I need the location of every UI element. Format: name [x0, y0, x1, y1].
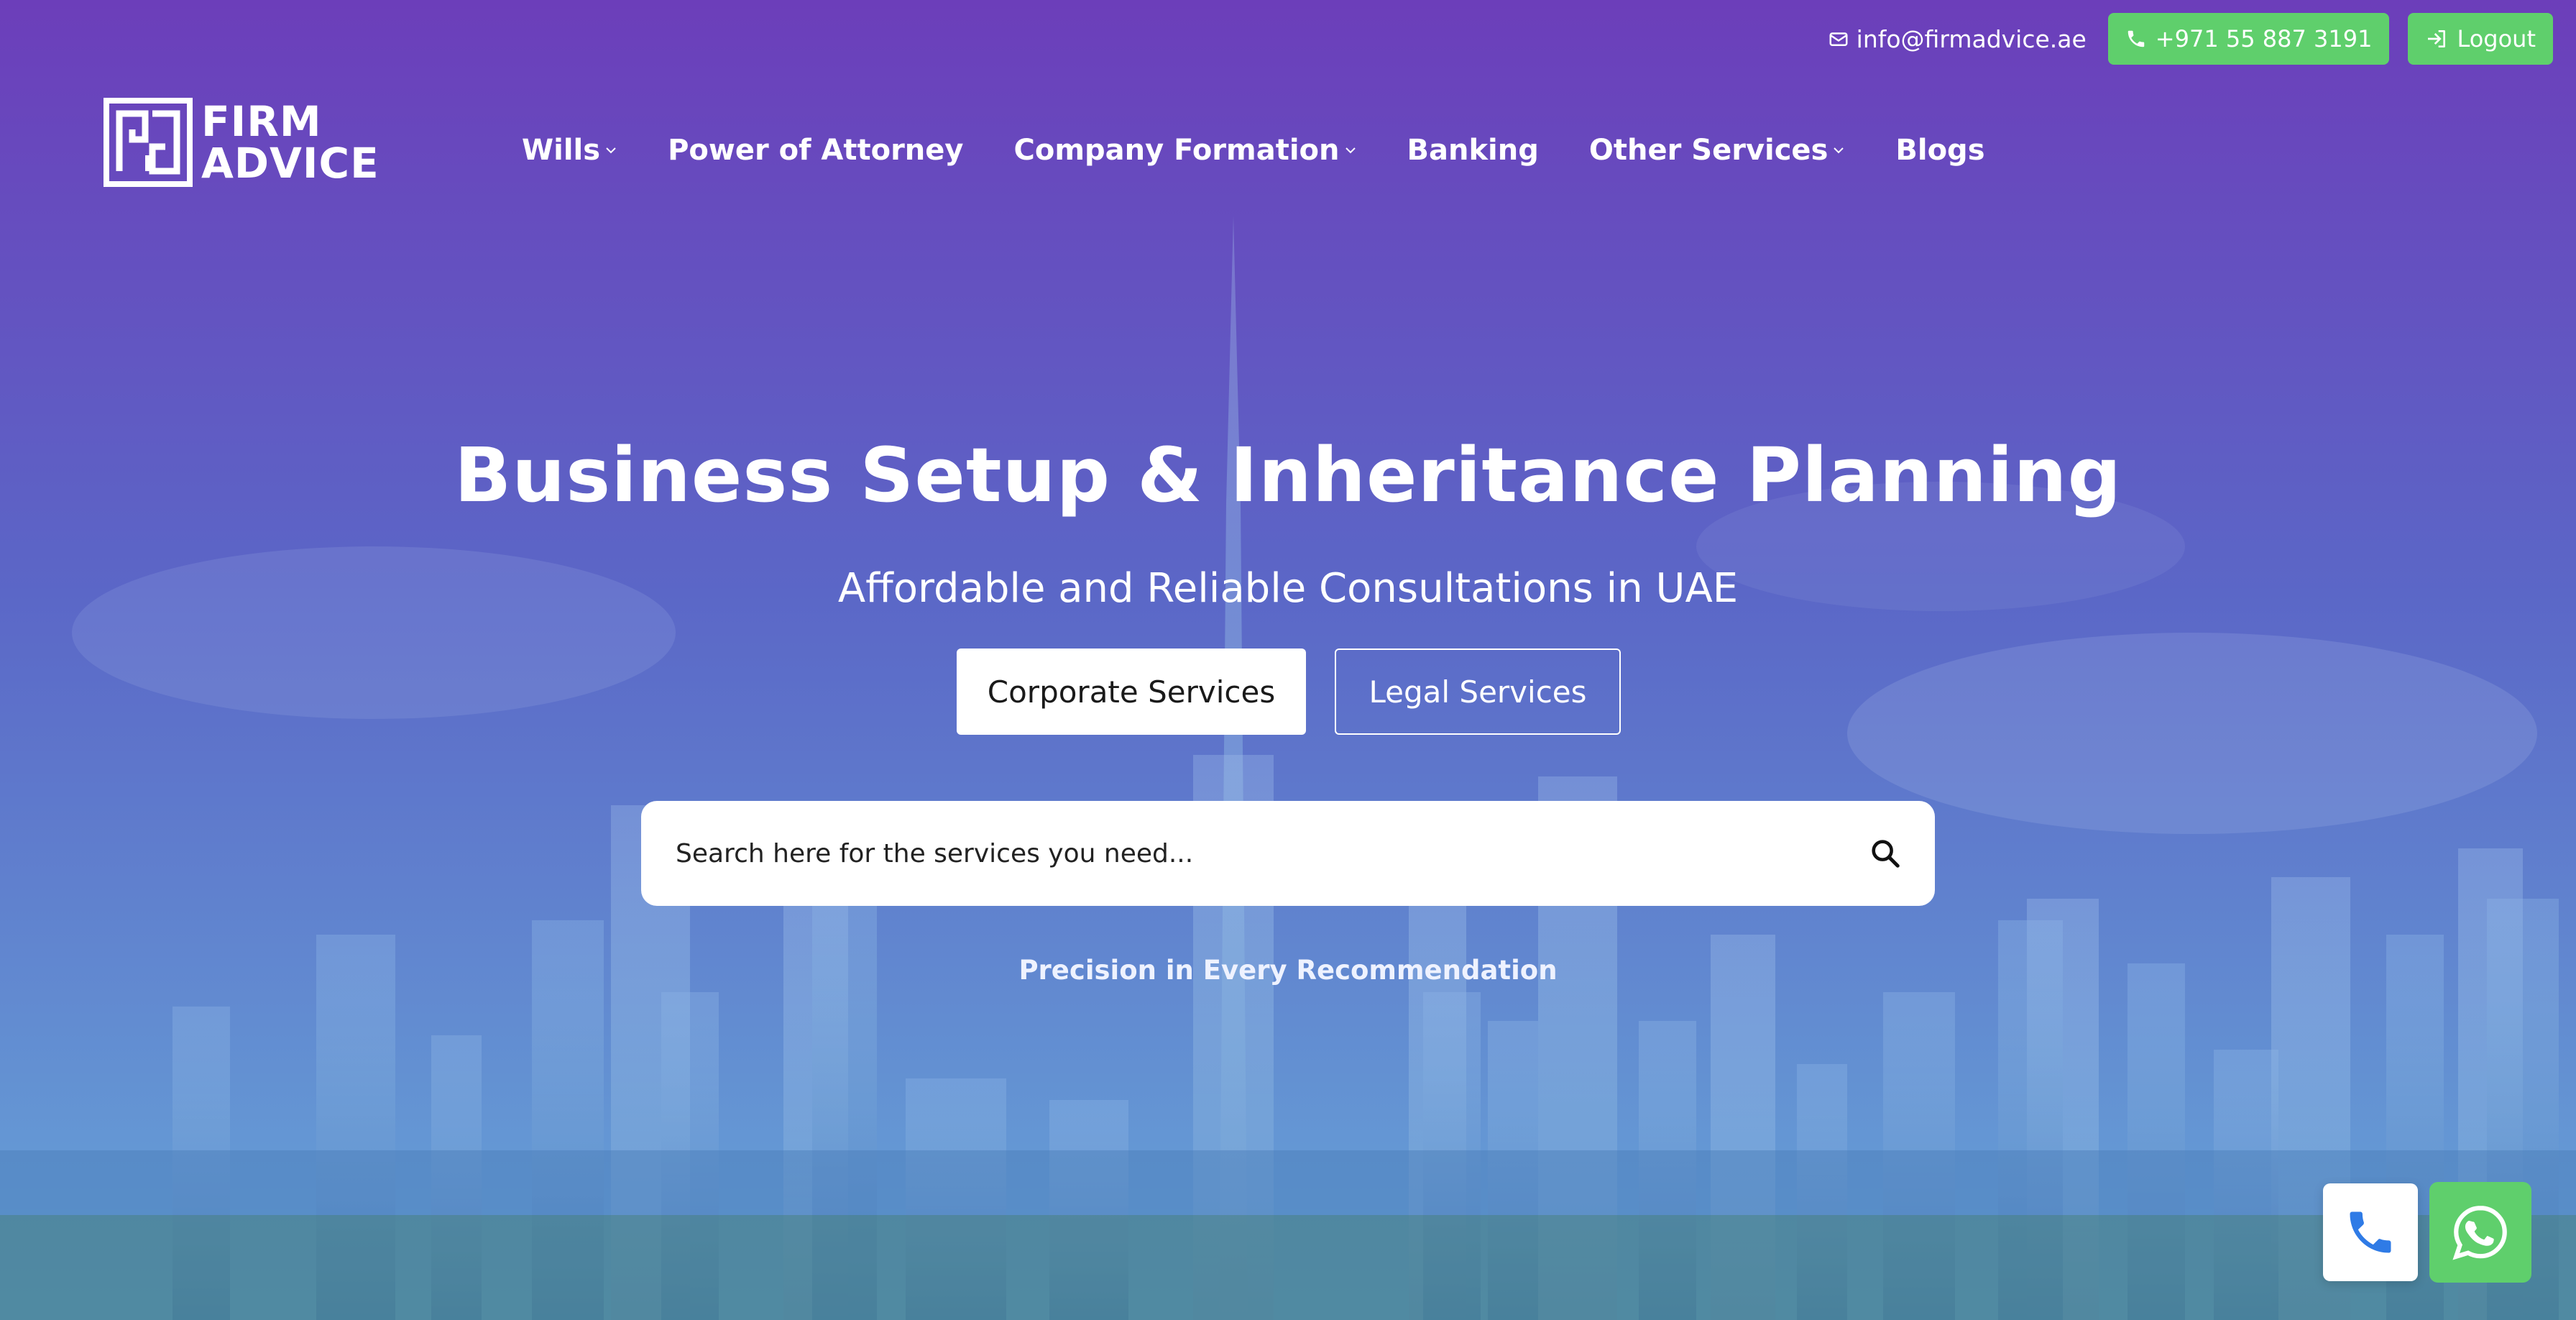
- search-icon[interactable]: [1869, 837, 1902, 870]
- chevron-down-icon: [606, 147, 616, 154]
- logout-button[interactable]: Logout: [2408, 13, 2553, 65]
- phone-icon: [2350, 1211, 2391, 1253]
- nav-item-label: Banking: [1407, 134, 1539, 167]
- top-utility-bar: info@firmadvice.ae +971 55 887 3191 Logo…: [1828, 13, 2553, 65]
- search-bar: [641, 801, 1935, 906]
- chevron-down-icon: [1345, 147, 1356, 154]
- logo[interactable]: FIRM ADVICE: [104, 98, 380, 187]
- main-nav: Wills Power of Attorney Company Formatio…: [522, 134, 1985, 167]
- phone-button[interactable]: +971 55 887 3191: [2107, 13, 2390, 65]
- sign-in-icon: [2428, 30, 2446, 47]
- nav-item-label: Power of Attorney: [668, 134, 964, 167]
- search-input[interactable]: [674, 838, 1869, 869]
- logo-line-2: ADVICE: [201, 139, 380, 188]
- logo-mark-icon: [104, 98, 193, 187]
- email-text: info@firmadvice.ae: [1856, 24, 2087, 53]
- nav-item-power-of-attorney[interactable]: Power of Attorney: [668, 134, 963, 167]
- legal-services-button[interactable]: Legal Services: [1335, 648, 1621, 735]
- nav-item-banking[interactable]: Banking: [1407, 134, 1539, 167]
- logout-text: Logout: [2457, 25, 2536, 52]
- hero-title: Business Setup & Inheritance Planning: [454, 431, 2122, 519]
- nav-item-label: Company Formation: [1013, 134, 1340, 167]
- nav-item-other-services[interactable]: Other Services: [1589, 134, 1845, 167]
- nav-item-label: Blogs: [1895, 134, 1985, 167]
- cta-row: Corporate Services Legal Services: [957, 648, 1621, 735]
- envelope-icon: [1829, 32, 1848, 46]
- whatsapp-fab-button[interactable]: [2429, 1182, 2531, 1283]
- nav-item-wills[interactable]: Wills: [522, 134, 617, 167]
- whatsapp-icon: [2452, 1206, 2507, 1260]
- nav-item-blogs[interactable]: Blogs: [1895, 134, 1984, 167]
- logo-line-1: FIRM: [201, 97, 322, 146]
- nav-item-label: Wills: [522, 134, 601, 167]
- phone-icon: [2128, 30, 2145, 47]
- corporate-services-button[interactable]: Corporate Services: [957, 648, 1306, 735]
- nav-item-company-formation[interactable]: Company Formation: [1014, 134, 1357, 167]
- hero-subtitle: Affordable and Reliable Consultations in…: [837, 565, 1739, 612]
- call-fab-button[interactable]: [2323, 1183, 2418, 1281]
- logo-wordmark: FIRM ADVICE: [201, 101, 380, 184]
- chevron-down-icon: [1834, 147, 1844, 154]
- phone-text: +971 55 887 3191: [2155, 25, 2373, 52]
- nav-item-label: Other Services: [1588, 134, 1828, 167]
- hero-tagline: Precision in Every Recommendation: [1018, 955, 1558, 986]
- email-link[interactable]: info@firmadvice.ae: [1828, 25, 2087, 53]
